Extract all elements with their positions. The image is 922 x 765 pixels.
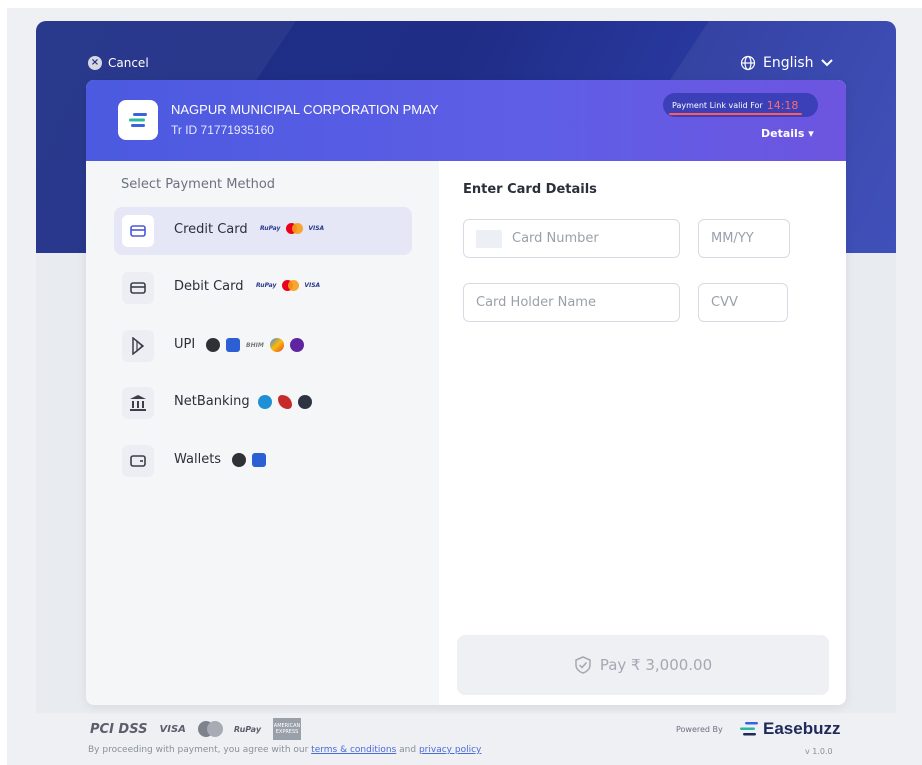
- card-details-title: Enter Card Details: [463, 182, 597, 197]
- wallet-logos: [232, 453, 266, 467]
- bhim-logo: BHIM: [246, 341, 264, 349]
- rupay-logo: RuPay: [256, 282, 277, 289]
- method-label: Credit Card: [174, 222, 248, 237]
- bank-logos: [258, 395, 312, 409]
- link-validity-timer: Payment Link valid For 14:18: [663, 93, 818, 117]
- google-pay-logo: [269, 338, 284, 352]
- cvv-placeholder: CVV: [711, 295, 738, 310]
- merchant-logo: [118, 100, 158, 140]
- bank-icon: [122, 387, 154, 419]
- payment-method-panel: Select Payment Method Credit Card RuPay …: [86, 161, 439, 705]
- card-network-logos: RuPay VISA: [256, 280, 320, 291]
- credit-card-icon: [122, 215, 154, 247]
- upi-icon: [122, 330, 154, 362]
- method-label: NetBanking: [174, 394, 250, 409]
- details-toggle[interactable]: Details ▾: [761, 127, 814, 140]
- close-icon: ×: [88, 56, 102, 70]
- amex-logo: AMERICAN EXPRESS: [273, 718, 302, 740]
- easebuzz-logo-icon: [740, 722, 758, 736]
- terms-link[interactable]: terms & conditions: [311, 745, 396, 755]
- method-label: Debit Card: [174, 279, 244, 294]
- icici-logo: [278, 395, 292, 409]
- mobikwik-logo: [226, 338, 240, 352]
- payment-method-title: Select Payment Method: [121, 177, 276, 192]
- timer-label: Payment Link valid For: [672, 100, 763, 110]
- privacy-link[interactable]: privacy policy: [419, 745, 481, 755]
- axis-logo: [298, 395, 312, 409]
- rupay-logo: RuPay: [260, 225, 281, 232]
- method-credit-card[interactable]: Credit Card RuPay VISA: [114, 207, 412, 255]
- language-selector[interactable]: English: [740, 55, 833, 71]
- mobikwik-logo: [252, 453, 266, 467]
- expiry-placeholder: MM/YY: [711, 231, 754, 246]
- phonepe-logo: [289, 338, 304, 352]
- card-number-field[interactable]: Card Number: [463, 219, 680, 258]
- sbi-logo: [258, 395, 272, 409]
- method-upi[interactable]: UPI BHIM: [114, 322, 412, 370]
- amazon-pay-logo: [206, 338, 220, 352]
- visa-logo: VISA: [304, 282, 321, 289]
- card-holder-placeholder: Card Holder Name: [476, 295, 596, 310]
- merchant-name: NAGPUR MUNICIPAL CORPORATION PMAY: [171, 102, 439, 117]
- consent-text: By proceeding with payment, you agree wi…: [88, 745, 481, 755]
- pay-button[interactable]: Pay ₹ 3,000.00: [457, 635, 829, 695]
- chevron-down-icon: [820, 59, 833, 67]
- language-label: English: [763, 55, 814, 71]
- pay-label: Pay ₹ 3,000.00: [599, 656, 713, 674]
- checkout-card: NAGPUR MUNICIPAL CORPORATION PMAY Tr ID …: [86, 80, 846, 705]
- method-label: UPI: [174, 337, 196, 352]
- wallet-icon: [122, 445, 154, 477]
- visa-logo: VISA: [159, 723, 186, 735]
- cancel-label: Cancel: [108, 56, 149, 70]
- pci-dss-logo: PCI DSS: [90, 721, 148, 737]
- consent-prefix: By proceeding with payment, you agree wi…: [88, 745, 309, 755]
- version-label: v 1.0.0: [805, 747, 833, 756]
- security-badges: PCI DSS VISA RuPay AMERICAN EXPRESS: [90, 718, 302, 740]
- expiry-field[interactable]: MM/YY: [698, 219, 790, 258]
- card-network-logos: RuPay VISA: [260, 223, 324, 234]
- card-details-panel: Enter Card Details Card Number MM/YY Car…: [439, 161, 846, 705]
- rupay-logo: RuPay: [233, 724, 262, 734]
- globe-icon: [740, 55, 756, 71]
- mastercard-logo: [197, 721, 223, 737]
- debit-card-icon: [122, 272, 154, 304]
- cancel-button[interactable]: × Cancel: [88, 56, 149, 70]
- timer-value: 14:18: [766, 98, 799, 112]
- method-wallets[interactable]: Wallets: [114, 437, 412, 485]
- method-label: Wallets: [174, 452, 222, 467]
- mastercard-logo: [282, 280, 300, 291]
- powered-by-label: Powered By: [676, 725, 723, 734]
- brand-name: Easebuzz: [763, 719, 841, 738]
- transaction-id: Tr ID 71771935160: [171, 123, 274, 137]
- consent-and: and: [399, 745, 417, 755]
- card-chip-icon: [476, 229, 502, 248]
- easebuzz-brand: Easebuzz: [739, 719, 840, 739]
- merchant-bar: NAGPUR MUNICIPAL CORPORATION PMAY Tr ID …: [86, 80, 846, 161]
- mastercard-logo: [286, 223, 304, 234]
- timer-progress-bar: [669, 113, 802, 115]
- card-holder-field[interactable]: Card Holder Name: [463, 283, 680, 322]
- shield-check-icon: [575, 656, 591, 674]
- upi-app-logos: BHIM: [206, 338, 304, 352]
- card-number-placeholder: Card Number: [512, 231, 599, 246]
- cvv-field[interactable]: CVV: [698, 283, 788, 322]
- method-debit-card[interactable]: Debit Card RuPay VISA: [114, 264, 412, 312]
- method-netbanking[interactable]: NetBanking: [114, 379, 412, 427]
- easebuzz-logo-icon: [129, 113, 147, 127]
- amazon-pay-logo: [232, 453, 246, 467]
- visa-logo: VISA: [308, 225, 325, 232]
